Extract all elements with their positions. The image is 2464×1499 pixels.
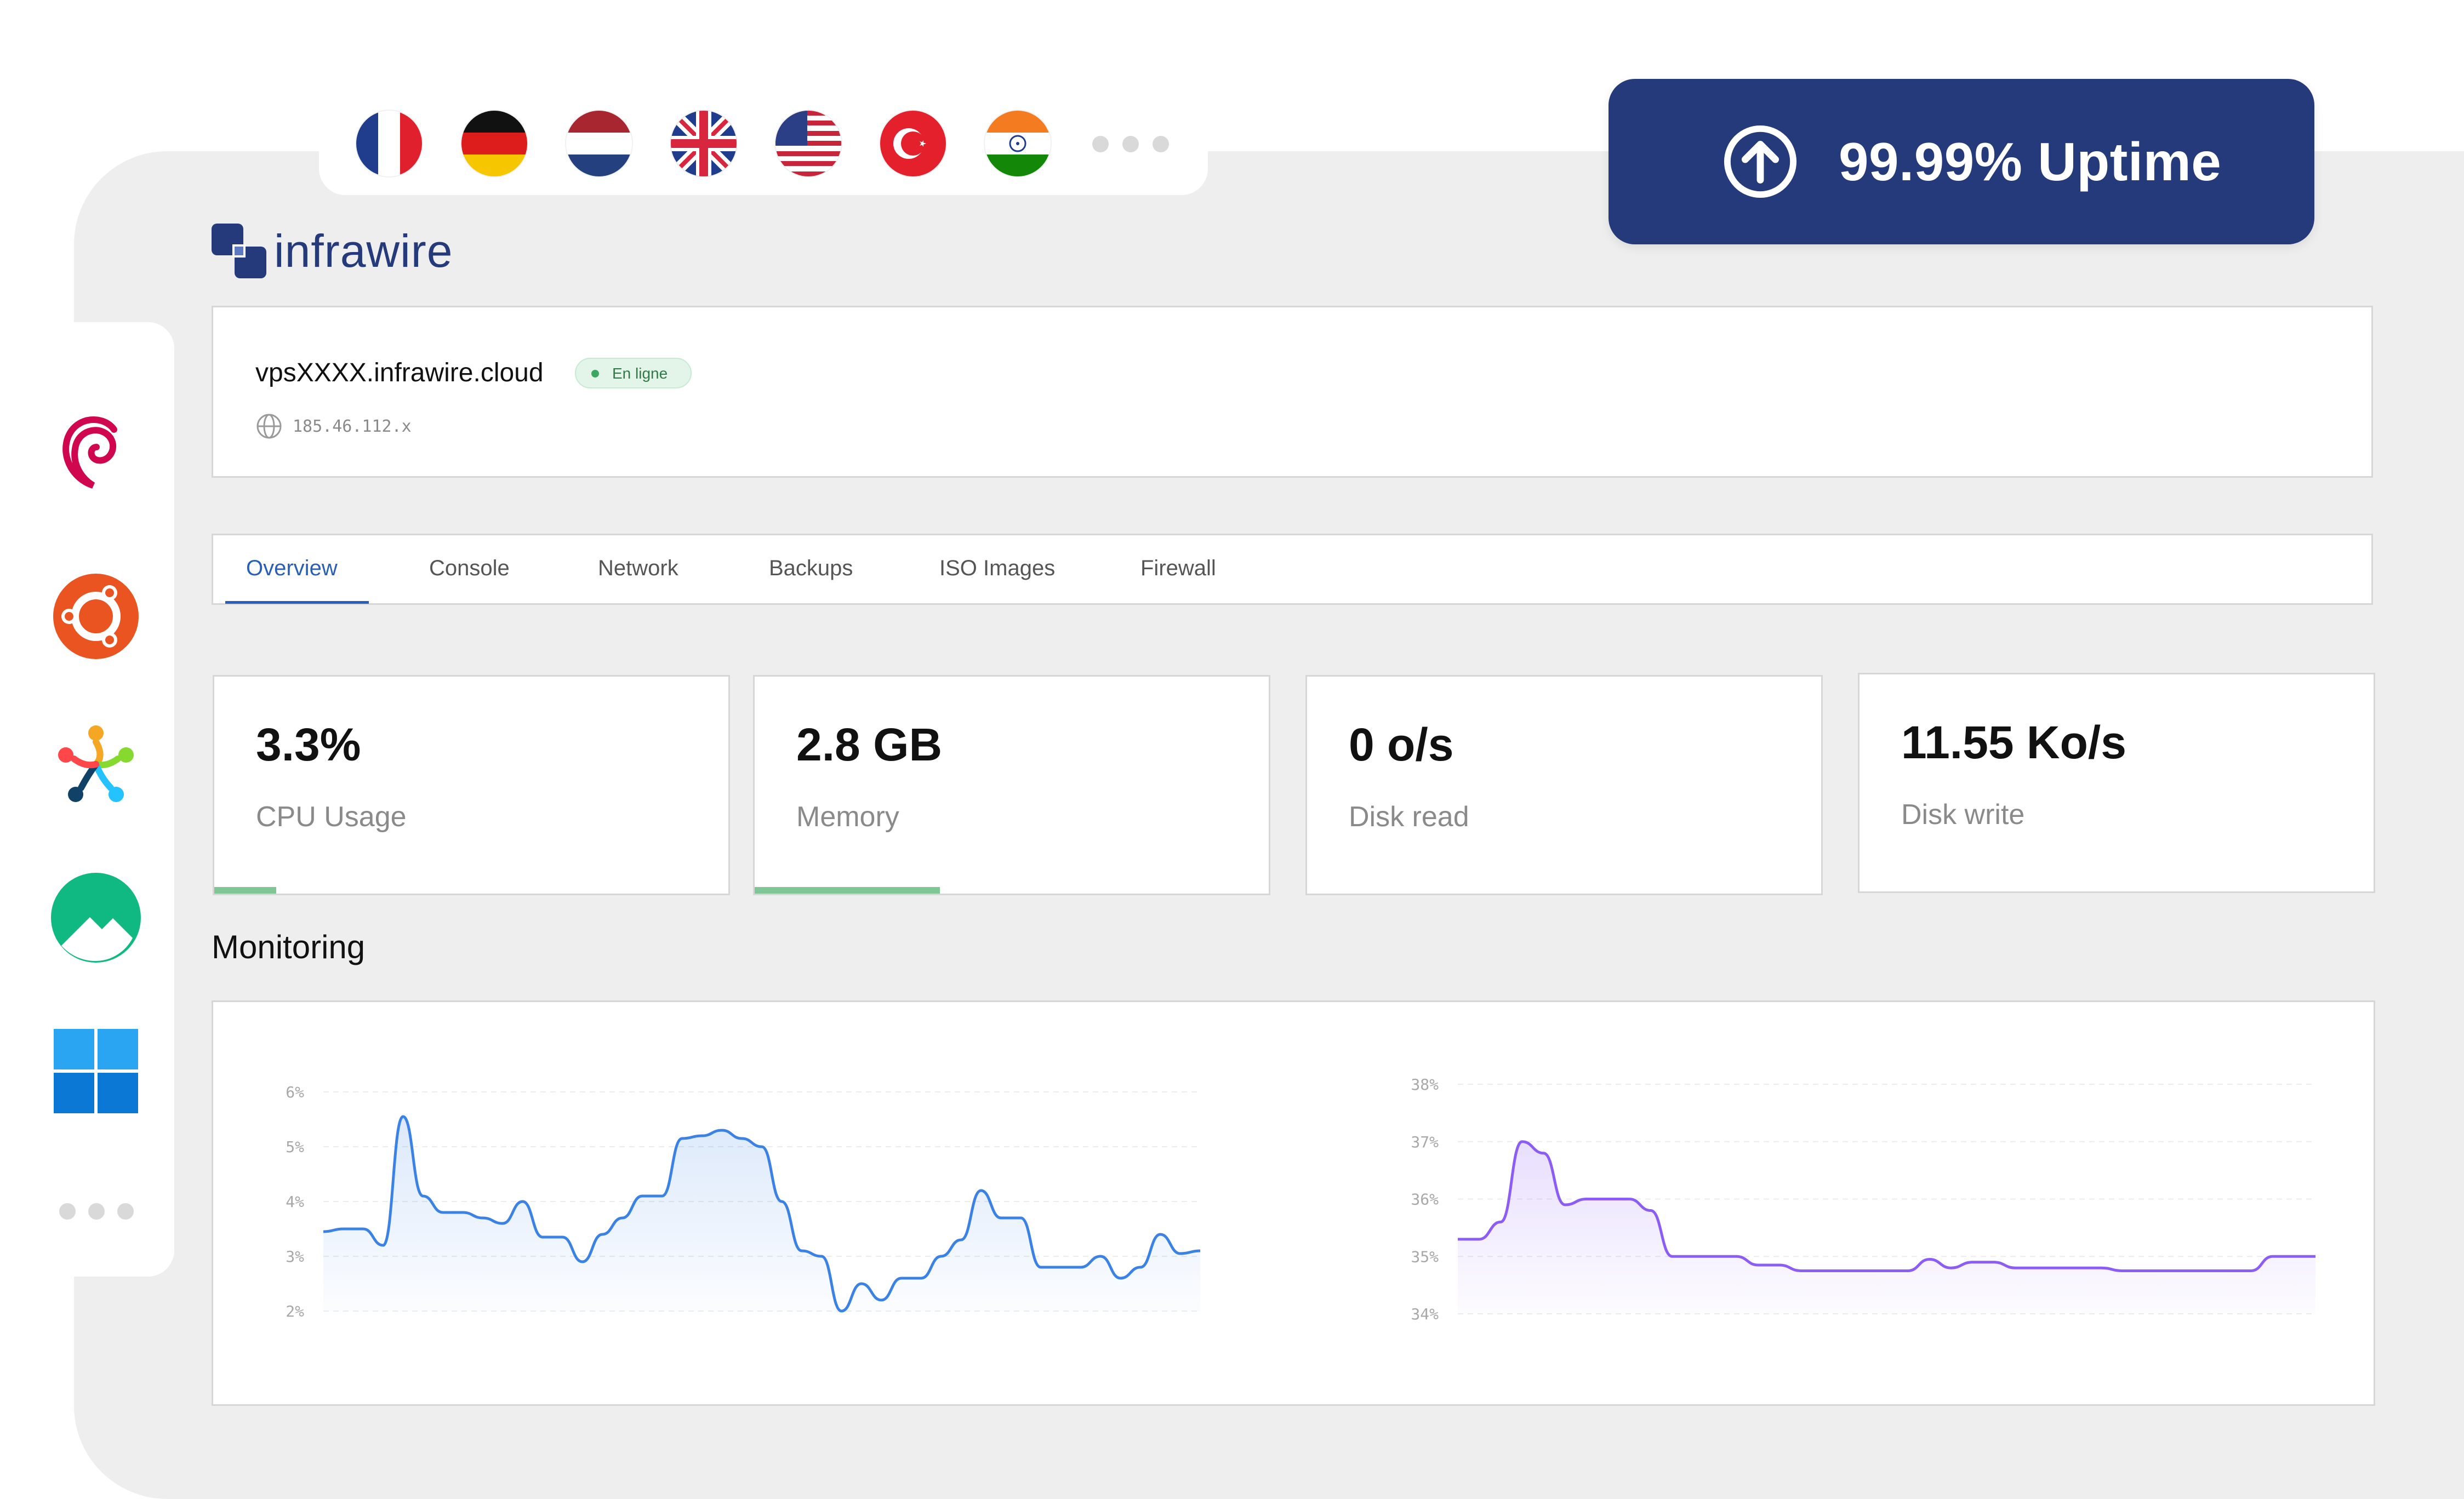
memory-y-tick-label: 35% [1411, 1248, 1439, 1266]
memory-chart: 38% 37% 36% 35% 34% [1411, 1075, 2315, 1323]
memory-y-tick-label: 38% [1411, 1075, 1439, 1094]
cpu-chart: 6% 5% 4% 3% 2% [286, 1083, 1201, 1320]
cpu-y-tick-label: 6% [286, 1083, 304, 1101]
memory-y-tick-label: 37% [1411, 1133, 1439, 1151]
memory-y-tick-label: 34% [1411, 1305, 1439, 1323]
memory-area-fill [1458, 1141, 2315, 1314]
cpu-y-tick-label: 2% [286, 1302, 304, 1320]
memory-y-tick-label: 36% [1411, 1191, 1439, 1209]
monitoring-charts: 6% 5% 4% 3% 2% 38% 37% 36% 35% 34% [286, 1075, 2315, 1323]
cpu-y-tick-label: 4% [286, 1193, 304, 1211]
cpu-y-tick-label: 3% [286, 1248, 304, 1266]
cpu-y-tick-label: 5% [286, 1138, 304, 1156]
